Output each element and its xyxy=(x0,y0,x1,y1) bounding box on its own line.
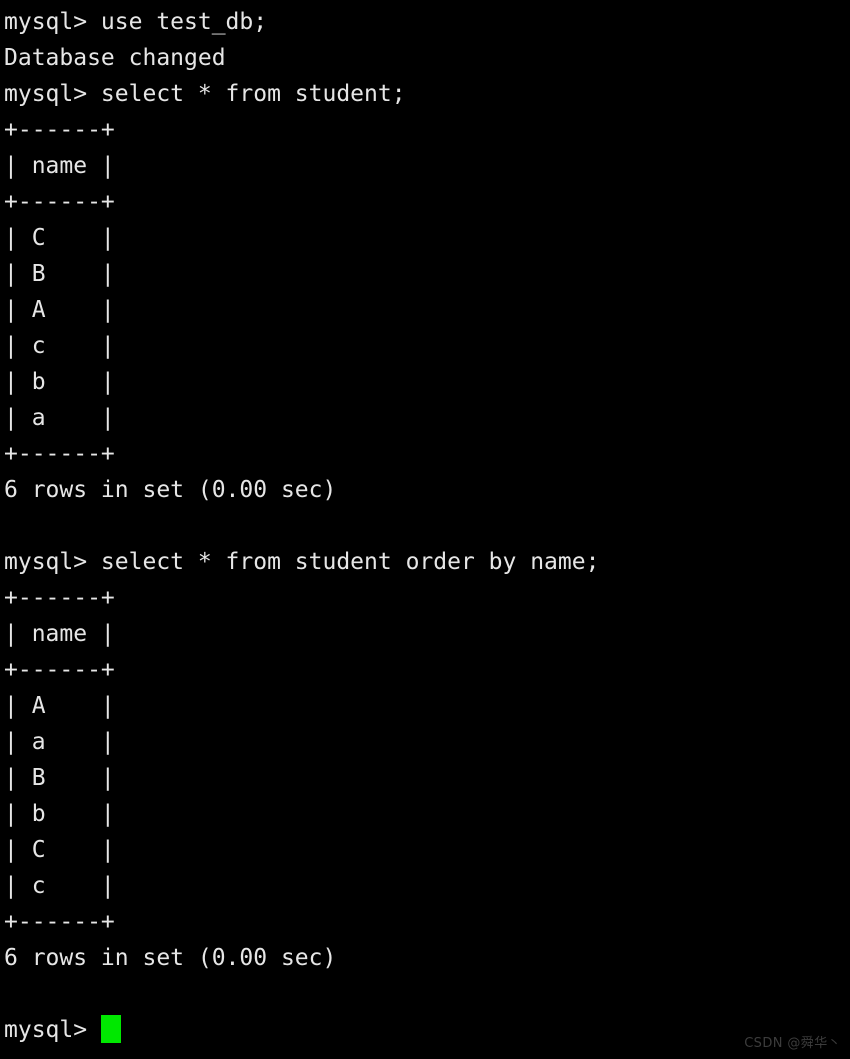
terminal-window[interactable]: mysql> use test_db; Database changed mysql… xyxy=(0,0,850,1059)
terminal-line: 6 rows in set (0.00 sec) xyxy=(4,945,337,971)
terminal-line: | name | xyxy=(4,153,115,179)
csdn-watermark: CSDN @舜华丶 xyxy=(744,1036,841,1051)
terminal-line: | b | xyxy=(4,369,115,395)
terminal-line: +------+ xyxy=(4,441,115,467)
block-cursor[interactable] xyxy=(100,1015,121,1043)
terminal-line: +------+ xyxy=(4,657,115,683)
terminal-line: | a | xyxy=(4,729,115,755)
terminal-line: | C | xyxy=(4,837,115,863)
terminal-line: +------+ xyxy=(4,189,115,215)
terminal-output: mysql> use test_db; Database changed mysql… xyxy=(4,4,850,1048)
terminal-line: 6 rows in set (0.00 sec) xyxy=(4,477,337,503)
terminal-line: | C | xyxy=(4,225,115,251)
active-prompt-line[interactable]: mysql> xyxy=(4,1012,850,1048)
terminal-line: | c | xyxy=(4,333,115,359)
terminal-line: +------+ xyxy=(4,585,115,611)
terminal-line: | A | xyxy=(4,693,115,719)
terminal-line: +------+ xyxy=(4,117,115,143)
terminal-line: | A | xyxy=(4,297,115,323)
terminal-line: mysql> use test_db; xyxy=(4,9,268,35)
terminal-line: | name | xyxy=(4,621,115,647)
terminal-line: | c | xyxy=(4,873,115,899)
prompt-label: mysql> xyxy=(4,1017,101,1043)
terminal-line: Database changed xyxy=(4,45,226,71)
terminal-line: | a | xyxy=(4,405,115,431)
terminal-line: | B | xyxy=(4,765,115,791)
terminal-line: mysql> select * from student order by na… xyxy=(4,549,600,575)
terminal-line: | B | xyxy=(4,261,115,287)
terminal-line: +------+ xyxy=(4,909,115,935)
terminal-line: mysql> select * from student; xyxy=(4,81,406,107)
terminal-line: | b | xyxy=(4,801,115,827)
